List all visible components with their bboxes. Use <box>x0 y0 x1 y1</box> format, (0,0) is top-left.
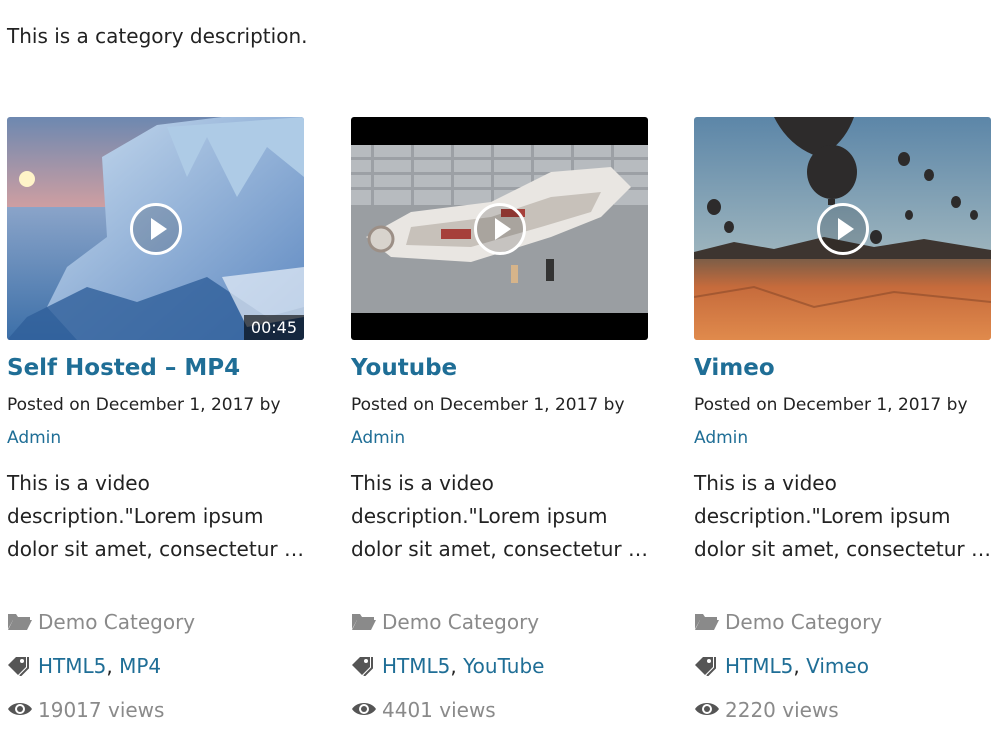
video-title[interactable]: Youtube <box>351 355 457 381</box>
video-card: Vimeo Posted on December 1, 2017 by Admi… <box>694 117 991 722</box>
video-thumbnail[interactable]: 00:45 <box>7 117 304 340</box>
folder-icon <box>7 610 33 632</box>
folder-icon <box>351 610 377 632</box>
video-excerpt: This is a video description."Lorem ipsum… <box>7 471 304 561</box>
view-count: 4401 views <box>382 698 496 722</box>
tag-link[interactable]: YouTube <box>463 654 544 678</box>
eye-icon <box>7 698 33 720</box>
play-icon[interactable] <box>816 202 869 255</box>
video-excerpt: This is a video description."Lorem ipsum… <box>694 471 991 561</box>
category-description: This is a category description. <box>7 24 308 48</box>
category-row: Demo Category <box>7 610 195 634</box>
views-row: 4401 views <box>351 698 496 722</box>
views-row: 2220 views <box>694 698 839 722</box>
view-count: 2220 views <box>725 698 839 722</box>
tags-icon <box>7 654 33 676</box>
tags-row: HTML5, Vimeo <box>694 654 869 678</box>
tags-row: HTML5, MP4 <box>7 654 161 678</box>
play-icon[interactable] <box>129 202 182 255</box>
tags-icon <box>351 654 377 676</box>
tags-row: HTML5, YouTube <box>351 654 544 678</box>
author-link[interactable]: Admin <box>351 428 405 448</box>
author-link[interactable]: Admin <box>7 428 61 448</box>
tags-icon <box>694 654 720 676</box>
tag-link[interactable]: Vimeo <box>806 654 869 678</box>
video-thumbnail[interactable] <box>351 117 648 340</box>
views-row: 19017 views <box>7 698 164 722</box>
video-title[interactable]: Self Hosted – MP4 <box>7 355 240 381</box>
tag-link[interactable]: HTML5 <box>725 654 793 678</box>
eye-icon <box>351 698 377 720</box>
eye-icon <box>694 698 720 720</box>
video-card: 00:45 Self Hosted – MP4 Posted on Decemb… <box>7 117 304 722</box>
posted-date: Posted on December 1, 2017 by <box>7 395 281 415</box>
posted-date: Posted on December 1, 2017 by <box>351 395 625 415</box>
tag-link[interactable]: HTML5 <box>382 654 450 678</box>
video-thumbnail[interactable] <box>694 117 991 340</box>
play-icon[interactable] <box>473 202 526 255</box>
category-row: Demo Category <box>694 610 882 634</box>
video-title[interactable]: Vimeo <box>694 355 775 381</box>
video-excerpt: This is a video description."Lorem ipsum… <box>351 471 648 561</box>
posted-date: Posted on December 1, 2017 by <box>694 395 968 415</box>
video-duration: 00:45 <box>243 315 304 340</box>
tag-link[interactable]: MP4 <box>119 654 161 678</box>
category-link[interactable]: Demo Category <box>382 610 539 634</box>
category-link[interactable]: Demo Category <box>725 610 882 634</box>
category-link[interactable]: Demo Category <box>38 610 195 634</box>
folder-icon <box>694 610 720 632</box>
video-card: Youtube Posted on December 1, 2017 by Ad… <box>351 117 648 722</box>
view-count: 19017 views <box>38 698 165 722</box>
category-row: Demo Category <box>351 610 539 634</box>
tag-link[interactable]: HTML5 <box>38 654 106 678</box>
author-link[interactable]: Admin <box>694 428 748 448</box>
